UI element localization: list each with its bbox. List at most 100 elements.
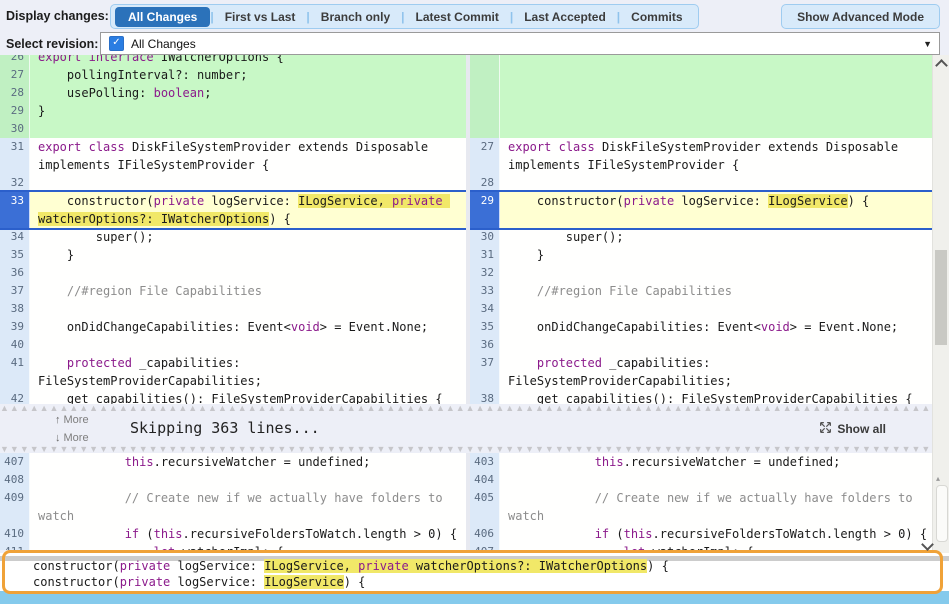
line-number: 37 — [0, 282, 30, 300]
code-line: get capabilities(): FileSystemProviderCa… — [500, 390, 932, 404]
diff-row[interactable]: 36 — [0, 264, 466, 282]
diff-pane-bottom-left: 407 this.recursiveWatcher = undefined;40… — [0, 453, 466, 550]
diff-row[interactable]: 407 this.recursiveWatcher = undefined; — [0, 453, 466, 471]
line-number: 42 — [0, 390, 30, 404]
diff-row[interactable]: 39 onDidChangeCapabilities: Event<void> … — [0, 318, 466, 336]
line-number: 31 — [0, 138, 30, 174]
diff-row[interactable]: 27 pollingInterval?: number; — [0, 66, 466, 84]
line-number: 35 — [470, 318, 500, 336]
diff-row[interactable]: 33 //#region File Capabilities — [470, 282, 932, 300]
diff-pane-bottom-right: 403 this.recursiveWatcher = undefined;40… — [470, 453, 932, 550]
diff-row[interactable]: 408 — [0, 471, 466, 489]
diff-row[interactable]: 33 constructor(private logService: ILogS… — [0, 190, 466, 230]
line-comparison-text: constructor(private logService: ILogServ… — [33, 558, 669, 590]
diff-row[interactable]: 40 — [0, 336, 466, 354]
code-line: if (this.recursiveFoldersToWatch.length … — [500, 525, 932, 543]
diff-row[interactable]: 409 // Create new if we actually have fo… — [0, 489, 466, 525]
line-number: 30 — [470, 228, 500, 246]
line-number: 409 — [0, 489, 30, 525]
line-number: 406 — [470, 525, 500, 543]
line-number: 407 — [470, 543, 500, 550]
line-number: 33 — [0, 192, 30, 228]
diff-row[interactable]: 404 — [470, 471, 932, 489]
diff-row[interactable]: 407 let watcherImpl: { — [470, 543, 932, 550]
line-number: 34 — [470, 300, 500, 318]
diff-row[interactable]: 34 — [470, 300, 932, 318]
tab-first-vs-last[interactable]: First vs Last — [214, 8, 307, 26]
tab-commits[interactable]: Commits — [620, 8, 693, 26]
diff-row[interactable]: 31export class DiskFileSystemProvider ex… — [0, 138, 466, 174]
diff-row[interactable]: 35 onDidChangeCapabilities: Event<void> … — [470, 318, 932, 336]
diff-row[interactable]: 30 — [0, 120, 466, 138]
diff-filler-row[interactable] — [470, 55, 932, 138]
diff-row[interactable]: 38 — [0, 300, 466, 318]
line-number: 404 — [470, 471, 500, 489]
line-number: 405 — [470, 489, 500, 525]
show-advanced-mode-button[interactable]: Show Advanced Mode — [781, 4, 940, 29]
vertical-scrollbar[interactable]: ▴ — [932, 55, 949, 604]
diff-row[interactable]: 406 if (this.recursiveFoldersToWatch.len… — [470, 525, 932, 543]
diff-row[interactable]: 28 usePolling: boolean; — [0, 84, 466, 102]
line-number: 31 — [470, 246, 500, 264]
code-line: export class DiskFileSystemProvider exte… — [30, 138, 466, 174]
diff-row[interactable]: 37 protected _capabilities: FileSystemPr… — [470, 354, 932, 390]
diff-row[interactable]: 31 } — [470, 246, 932, 264]
checkbox-checked-icon[interactable]: ✓ — [109, 36, 124, 51]
diff-row[interactable]: 38 get capabilities(): FileSystemProvide… — [470, 390, 932, 404]
mini-scroll-up-icon[interactable]: ▴ — [936, 475, 940, 483]
code-line — [30, 336, 466, 354]
line-number: 27 — [0, 66, 30, 84]
code-line: constructor(private logService: ILogServ… — [30, 192, 466, 228]
diff-row[interactable]: 411 let watcherImpl: { — [0, 543, 466, 550]
scrollbar-thumb[interactable] — [935, 250, 947, 345]
code-line: this.recursiveWatcher = undefined; — [30, 453, 466, 471]
tab-latest-commit[interactable]: Latest Commit — [405, 8, 510, 26]
more-up-button[interactable]: ↑ More — [55, 414, 89, 426]
diff-row[interactable]: 32 — [470, 264, 932, 282]
tab-last-accepted[interactable]: Last Accepted — [513, 8, 617, 26]
diff-row[interactable]: 35 } — [0, 246, 466, 264]
code-line — [500, 55, 932, 138]
skipped-lines-band: ▲▲▲▲▲▲▲▲▲▲▲▲▲▲▲▲▲▲▲▲▲▲▲▲▲▲▲▲▲▲▲▲▲▲▲▲▲▲▲▲… — [0, 404, 932, 453]
code-line — [30, 120, 466, 138]
mini-scrollbar-thumb[interactable] — [936, 485, 948, 542]
diff-row[interactable]: 405 // Create new if we actually have fo… — [470, 489, 932, 525]
line-number: 39 — [0, 318, 30, 336]
code-line: if (this.recursiveFoldersToWatch.length … — [30, 525, 466, 543]
code-line: super(); — [500, 228, 932, 246]
diff-row[interactable]: 34 super(); — [0, 228, 466, 246]
code-line: constructor(private logService: ILogServ… — [500, 192, 932, 228]
diff-row[interactable]: 26export interface IWatcherOptions { — [0, 55, 466, 66]
code-line: } — [30, 246, 466, 264]
code-line: protected _capabilities: FileSystemProvi… — [500, 354, 932, 390]
revision-dropdown[interactable]: ✓ All Changes ▼ — [100, 32, 940, 55]
torn-edge-top: ▲▲▲▲▲▲▲▲▲▲▲▲▲▲▲▲▲▲▲▲▲▲▲▲▲▲▲▲▲▲▲▲▲▲▲▲▲▲▲▲… — [0, 404, 932, 412]
diff-row[interactable]: 27export class DiskFileSystemProvider ex… — [470, 138, 932, 174]
diff-row[interactable]: 29 constructor(private logService: ILogS… — [470, 190, 932, 230]
diff-row[interactable]: 37 //#region File Capabilities — [0, 282, 466, 300]
bottom-scrollbar[interactable] — [0, 591, 949, 604]
diff-row[interactable]: 41 protected _capabilities: FileSystemPr… — [0, 354, 466, 390]
diff-row[interactable]: 403 this.recursiveWatcher = undefined; — [470, 453, 932, 471]
diff-row[interactable]: 29} — [0, 102, 466, 120]
skipping-lines-text: Skipping 363 lines... — [130, 419, 320, 437]
comparison-line: constructor(private logService: ILogServ… — [33, 574, 669, 590]
chevron-down-icon: ▼ — [923, 39, 932, 49]
diff-row[interactable]: 36 — [470, 336, 932, 354]
line-number: 411 — [0, 543, 30, 550]
line-number: 408 — [0, 471, 30, 489]
diff-row[interactable]: 42 get capabilities(): FileSystemProvide… — [0, 390, 466, 404]
more-down-button[interactable]: ↓ More — [55, 432, 89, 444]
diff-row[interactable]: 410 if (this.recursiveFoldersToWatch.len… — [0, 525, 466, 543]
code-line: // Create new if we actually have folder… — [30, 489, 466, 525]
line-number: 40 — [0, 336, 30, 354]
tab-all-changes[interactable]: All Changes — [115, 7, 210, 27]
code-line: //#region File Capabilities — [30, 282, 466, 300]
show-all-button[interactable]: Show all — [819, 421, 886, 437]
tab-branch-only[interactable]: Branch only — [310, 8, 401, 26]
diff-row[interactable]: 30 super(); — [470, 228, 932, 246]
code-line — [30, 471, 466, 489]
line-number: 26 — [0, 55, 30, 66]
code-line: get capabilities(): FileSystemProviderCa… — [30, 390, 466, 404]
scroll-up-icon[interactable] — [935, 59, 948, 72]
